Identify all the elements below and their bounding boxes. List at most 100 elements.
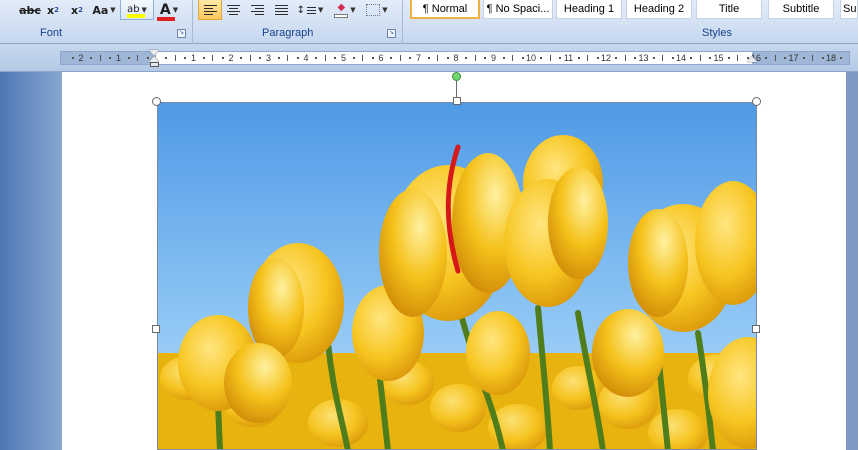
ruler-dot [315,57,318,59]
ruler-dot [802,57,805,59]
style-heading-1[interactable]: Heading 1 [556,0,622,19]
highlighter-icon: ab [127,4,146,18]
rotate-handle[interactable] [452,72,461,81]
style-tile-label: Subtitle [782,3,820,15]
left-indent-marker[interactable] [150,62,159,67]
ruler-number: 10 [525,53,537,63]
style-tile-label: ¶ No Spaci... [486,3,550,15]
strikethrough-button[interactable]: abc [18,0,42,20]
font-color-icon: A [156,2,175,21]
ruler-tick [324,55,326,61]
style-title[interactable]: Title [696,0,762,19]
ruler-dot [634,57,637,59]
resize-handle-left[interactable] [152,325,160,333]
ruler-dot [240,57,243,59]
ruler-dot [840,57,843,59]
ruler-tick [137,55,139,61]
superscript-button[interactable]: x2 [66,0,88,20]
ruler-dot [577,57,580,59]
ruler-dot [259,57,262,59]
ruler-number: 1 [190,53,197,63]
ruler-dot [596,57,599,59]
change-case-button[interactable]: Aa ▼ [90,0,118,20]
chevron-down-icon: ▼ [350,6,356,14]
line-spacing-button[interactable]: ↕ ▼ [296,0,324,20]
font-color-button[interactable]: A ▼ [154,0,184,21]
ruler-tick [99,55,101,61]
style-heading-2[interactable]: Heading 2 [626,0,692,19]
style-no-spacing[interactable]: ¶ No Spaci... [483,0,553,19]
ruler-number: 18 [825,53,837,63]
tulip-image [158,103,756,449]
ruler-dot [184,57,187,59]
superscript-icon: x [71,3,79,17]
ruler-number: 13 [638,53,649,63]
style-subtitle[interactable]: Subtitle [768,0,834,19]
tulip-picture[interactable] [157,102,757,450]
ruler-number: 12 [600,53,612,63]
ruler-dot [559,57,562,59]
text-highlight-button[interactable]: ab ▼ [120,0,154,20]
resize-handle-right[interactable] [752,325,760,333]
paragraph-dialog-launcher-icon[interactable]: ↘ [387,29,396,38]
ruler-bar: 2 1 1 2 3 4 5 6 7 8 9 10 11 12 13 14 15 16 17 18 [0,44,858,72]
align-left-icon [203,4,217,15]
ruler-number: 4 [303,53,309,63]
ruler-number: 1 [115,53,122,63]
ruler-number: 15 [713,53,724,63]
shading-button[interactable]: ◆ ▼ [330,0,360,20]
style-tile-label: Heading 2 [633,3,685,15]
ruler-number: 14 [675,53,687,63]
chevron-down-icon: ▼ [172,6,179,14]
workspace-edge [846,72,858,450]
ruler-dot [709,57,712,59]
ruler-dot [615,57,618,59]
resize-handle-top-left[interactable] [152,97,161,106]
ruler-tick [212,55,214,61]
right-indent-marker[interactable] [747,56,757,62]
ruler-tick [287,55,289,61]
ruler-tick [174,55,176,61]
ruler-number: 7 [415,53,422,63]
font-group-label: Font [40,27,63,39]
highlight-color-bar [127,14,146,18]
ruler-tick [399,55,401,61]
ruler-tick [362,55,364,61]
subscript-button[interactable]: x2 [42,0,64,20]
align-left-button[interactable] [198,0,222,20]
ruler-dot [690,57,693,59]
subscript-icon: x [47,3,55,17]
horizontal-ruler[interactable]: 2 1 1 2 3 4 5 6 7 8 9 10 11 12 13 14 15 16 17 18 [60,51,850,65]
ruler-dot [446,57,449,59]
ruler-tick [587,55,589,61]
align-center-button[interactable] [222,0,244,20]
style-normal[interactable]: ¶ Normal [410,0,480,19]
resize-handle-top[interactable] [453,97,461,105]
align-right-icon [250,5,264,15]
ruler-tick [812,55,814,61]
align-right-button[interactable] [246,0,268,20]
style-tile-label: ¶ Normal [422,2,468,15]
style-tile-label: Title [718,3,740,15]
ruler-dot [109,57,112,59]
font-dialog-launcher-icon[interactable]: ↘ [177,29,186,38]
ruler-dot [352,57,355,59]
style-subtle[interactable]: Sub [840,0,858,19]
ruler-dot [334,57,337,59]
ruler-tick [549,55,551,61]
ruler-dot [296,57,299,59]
align-center-icon [226,5,240,15]
ruler-dot [390,57,393,59]
resize-handle-top-right[interactable] [752,97,761,106]
ruler-dot [71,57,74,59]
justify-button[interactable] [270,0,292,20]
ruler-number: 8 [453,53,459,63]
ruler-tick [662,55,664,61]
ruler-dot [409,57,412,59]
ruler-dot [521,57,524,59]
ruler-dot [202,57,205,59]
superscript-mark: 2 [78,6,83,14]
ruler-dot [784,57,787,59]
borders-button[interactable]: ▼ [362,0,392,20]
ruler-dot [540,57,543,59]
